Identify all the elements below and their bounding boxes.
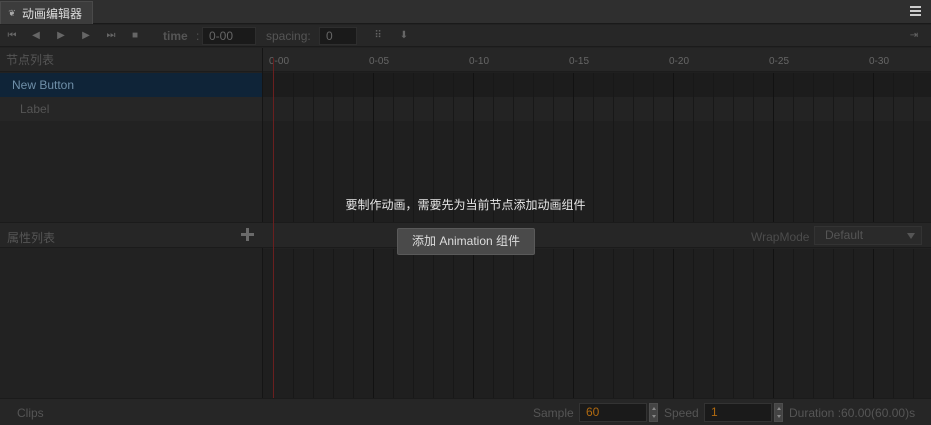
grid-line bbox=[453, 249, 454, 398]
grid-line bbox=[633, 249, 634, 398]
add-animation-component-button[interactable]: 添加 Animation 组件 bbox=[397, 228, 535, 255]
sample-label: Sample bbox=[533, 406, 574, 420]
next-frame-icon[interactable]: ▶ bbox=[79, 29, 93, 43]
grid-line bbox=[353, 249, 354, 398]
grid-line bbox=[413, 249, 414, 398]
grid-line bbox=[853, 249, 854, 398]
pin-icon[interactable]: ⬇ bbox=[397, 29, 411, 43]
grid-line bbox=[733, 249, 734, 398]
sample-input[interactable]: 60 bbox=[579, 403, 647, 422]
grid-line bbox=[793, 249, 794, 398]
add-property-icon[interactable] bbox=[241, 228, 254, 241]
playhead[interactable] bbox=[273, 58, 274, 398]
ruler-label: 0-00 bbox=[269, 56, 290, 67]
grid-line bbox=[573, 249, 574, 398]
track-row bbox=[263, 97, 931, 121]
grid-line bbox=[693, 249, 694, 398]
grid-line bbox=[913, 249, 914, 398]
chevron-down-icon bbox=[907, 233, 915, 239]
toolbar: ⏮ ◀ ▶ ▶ ⏭ ■ time : 0-00 spacing: 0 ⠿ ⬇ ⇥ bbox=[0, 25, 931, 47]
play-icon[interactable]: ▶ bbox=[54, 29, 68, 43]
ruler-label: 0-30 bbox=[869, 56, 890, 67]
grid-line bbox=[533, 249, 534, 398]
grid-line bbox=[293, 249, 294, 398]
grid-line bbox=[833, 249, 834, 398]
speed-stepper[interactable] bbox=[774, 403, 783, 422]
grid-line bbox=[673, 249, 674, 398]
menu-icon[interactable] bbox=[910, 6, 921, 17]
grid-line bbox=[373, 249, 374, 398]
animation-icon: ❦ bbox=[8, 8, 16, 18]
grid-line bbox=[513, 249, 514, 398]
track-row bbox=[263, 73, 931, 97]
ruler-label: 0-25 bbox=[769, 56, 790, 67]
grid-line bbox=[773, 249, 774, 398]
ruler-label: 0-20 bbox=[669, 56, 690, 67]
spacing-label: spacing: bbox=[266, 29, 311, 43]
grid-line bbox=[493, 249, 494, 398]
grid-line bbox=[813, 249, 814, 398]
spacing-input[interactable]: 0 bbox=[319, 27, 357, 45]
tab-animation-editor[interactable]: ❦ 动画编辑器 bbox=[0, 1, 93, 24]
jump-first-icon[interactable]: ⏮ bbox=[5, 29, 19, 43]
wrapmode-value: Default bbox=[825, 228, 864, 242]
wrapmode-label: WrapMode bbox=[751, 230, 810, 244]
ruler-label: 0-15 bbox=[569, 56, 590, 67]
sample-stepper[interactable] bbox=[649, 403, 658, 422]
ruler-label: 0-10 bbox=[469, 56, 490, 67]
grid-line bbox=[333, 249, 334, 398]
grid-line bbox=[393, 249, 394, 398]
property-timeline[interactable] bbox=[263, 249, 931, 398]
grid-line bbox=[473, 249, 474, 398]
node-item-label[interactable]: Label bbox=[0, 97, 262, 121]
clips-label: Clips bbox=[17, 406, 44, 420]
ruler-label: 0-05 bbox=[369, 56, 390, 67]
stop-icon[interactable]: ■ bbox=[128, 29, 142, 43]
grid-line bbox=[753, 249, 754, 398]
time-label: time bbox=[163, 29, 188, 43]
speed-label: Speed bbox=[664, 406, 699, 420]
tab-bar: ❦ 动画编辑器 bbox=[0, 0, 931, 24]
time-input[interactable]: 0-00 bbox=[202, 27, 256, 45]
node-list-title: 节点列表 bbox=[0, 48, 262, 72]
exit-icon[interactable]: ⇥ bbox=[907, 29, 921, 43]
property-list-title: 属性列表 bbox=[7, 231, 56, 245]
node-item-new-button[interactable]: New Button bbox=[0, 73, 262, 97]
grid-line bbox=[613, 249, 614, 398]
footer: Clips Sample 60 Speed 1 Duration :60.00(… bbox=[0, 398, 931, 425]
jump-last-icon[interactable]: ⏭ bbox=[104, 29, 118, 43]
timeline-ruler[interactable]: 0-00 0-05 0-10 0-15 0-20 0-25 0-30 bbox=[263, 48, 931, 72]
prev-frame-icon[interactable]: ◀ bbox=[29, 29, 43, 43]
grid-line bbox=[433, 249, 434, 398]
wrapmode-select[interactable]: Default bbox=[814, 226, 922, 245]
grid-line bbox=[873, 249, 874, 398]
grid-line bbox=[593, 249, 594, 398]
duration-text: Duration :60.00(60.00)s bbox=[789, 406, 916, 420]
time-separator: : bbox=[196, 29, 200, 43]
grid-line bbox=[553, 249, 554, 398]
empty-state-message: 要制作动画，需要先为当前节点添加动画组件 bbox=[345, 198, 586, 212]
grid-line bbox=[713, 249, 714, 398]
grid-icon[interactable]: ⠿ bbox=[371, 29, 385, 43]
grid-line bbox=[313, 249, 314, 398]
tab-title: 动画编辑器 bbox=[22, 6, 83, 21]
property-list bbox=[0, 249, 262, 398]
grid-line bbox=[893, 249, 894, 398]
grid-line bbox=[653, 249, 654, 398]
speed-input[interactable]: 1 bbox=[704, 403, 772, 422]
